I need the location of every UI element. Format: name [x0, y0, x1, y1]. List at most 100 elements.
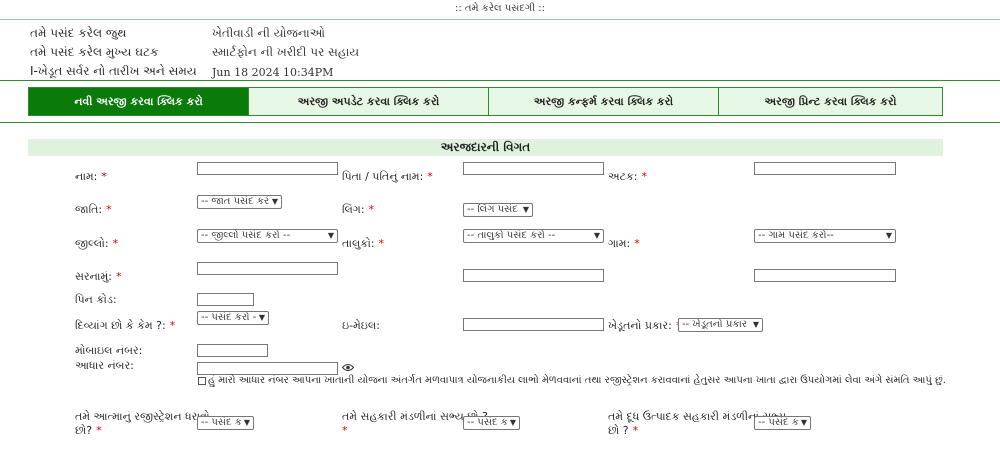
required-mark: *	[641, 170, 647, 183]
mobile-label: મોબાઇલ નંબર:	[75, 344, 143, 357]
required-mark: *	[96, 424, 102, 437]
chevron-down-icon: ▼	[243, 418, 250, 427]
chevron-down-icon: ▼	[522, 205, 529, 214]
father-name-label-text: પિતા / પતિનું નામ:	[342, 170, 424, 183]
required-mark: *	[101, 170, 107, 183]
required-mark: *	[342, 424, 348, 437]
atma-registration-select[interactable]: -- પસંદ ક ▼	[197, 416, 254, 430]
selection-header: :: તમે કરેલ પસંદગી ::	[0, 0, 1000, 22]
aadhar-consent: હું મારો આધાર નંબર આપના ખાતાની યોજના અંત…	[198, 375, 946, 386]
atma-registration-label: તમે આત્માનું રજીસ્ટ્રેશન ધરાવો છો? *	[75, 410, 210, 438]
gender-select[interactable]: -- લિંગ પસંદ ▼	[463, 203, 533, 217]
email-label: ઇ-મેઇલ:	[342, 319, 380, 332]
name-label-text: નામ:	[75, 170, 98, 183]
address-input-line3[interactable]	[754, 269, 896, 282]
tab-print-application[interactable]: અરજી પ્રિન્ટ કરવા ક્લિક કરો	[719, 87, 943, 116]
caste-select-value: -- જાત પસંદ કરં	[201, 196, 270, 207]
required-mark: *	[115, 270, 122, 283]
atma-registration-label-line2-text: છો?	[75, 424, 93, 437]
separator-tabs	[0, 122, 1000, 123]
tab-update-application[interactable]: અરજી અપડેટ કરવા ક્લિક કરો	[249, 87, 489, 116]
taluka-select[interactable]: -- તાલુકો પસંદ કરો -- ▼	[463, 229, 604, 243]
selection-info: તમે પસંદ કરેલ જુથ ખેતીવાડી ની યોજનાઓ તમે…	[30, 26, 590, 83]
eye-icon[interactable]	[341, 362, 355, 375]
tab-confirm-application[interactable]: અરજી કન્ફર્મ કરવા ક્લિક કરો	[489, 87, 719, 116]
tab-new-application[interactable]: નવી અરજી કરવા ક્લિક કરો	[28, 87, 249, 116]
pincode-label: પિન કોડ:	[75, 293, 117, 306]
farmer-type-label: ખેડૂતનો પ્રકાર:*	[608, 319, 681, 333]
info-value-server-time: Jun 18 2024 10:34PM	[212, 66, 334, 79]
gender-label-text: લિંગ:	[342, 203, 365, 216]
district-label: જીલ્લો: *	[75, 237, 118, 251]
caste-select[interactable]: -- જાત પસંદ કરં ▼	[197, 195, 282, 209]
info-value-component: સ્માર્ટફોન ની ખરીદી પર સહાય	[212, 45, 360, 59]
aadhar-consent-text: હું મારો આધાર નંબર આપના ખાતાની યોજના અંત…	[208, 375, 946, 386]
header-rule	[0, 19, 1000, 20]
chevron-down-icon: ▼	[271, 197, 278, 206]
taluka-select-value: -- તાલુકો પસંદ કરો --	[467, 230, 556, 241]
atma-registration-label-line2: છો? *	[75, 424, 210, 438]
surname-label-text: અટક:	[608, 170, 638, 183]
address-input-line1[interactable]	[197, 262, 338, 275]
farmer-type-label-text: ખેડૂતનો પ્રકાર:	[608, 319, 672, 332]
district-select[interactable]: -- જીલ્લો પસંદ કરો -- ▼	[197, 229, 338, 243]
father-name-input[interactable]	[463, 162, 604, 175]
address-label-text: સરનામું:	[75, 270, 112, 283]
atma-registration-select-value: -- પસંદ ક	[201, 417, 242, 428]
pincode-input[interactable]	[197, 293, 254, 306]
farmer-type-select-value: -- ખેડૂતનો પ્રકાર	[682, 319, 748, 330]
district-label-text: જીલ્લો:	[75, 237, 109, 250]
atma-registration-label-line1: તમે આત્માનું રજીસ્ટ્રેશન ધરાવો	[75, 410, 210, 423]
chevron-down-icon: ▼	[258, 313, 265, 322]
taluka-label: તાલુકો: *	[342, 237, 384, 251]
chevron-down-icon: ▼	[885, 231, 892, 240]
info-label-group: તમે પસંદ કરેલ જુથ	[30, 26, 127, 40]
required-mark: *	[634, 237, 640, 250]
gender-select-value: -- લિંગ પસંદ	[467, 204, 518, 215]
name-label: નામ: *	[75, 170, 107, 184]
chevron-down-icon: ▼	[752, 320, 759, 329]
surname-input[interactable]	[754, 162, 896, 175]
disabled-select[interactable]: -- પસંદ કરો - ▼	[197, 311, 269, 325]
caste-label: જાતિ: *	[75, 203, 112, 217]
caste-label-text: જાતિ:	[75, 203, 103, 216]
chevron-down-icon: ▼	[327, 231, 334, 240]
info-label-component: તમે પસંદ કરેલ મુખ્ય ઘટક	[30, 45, 159, 59]
eye-icon-svg	[341, 364, 355, 371]
separator-top	[0, 80, 1000, 81]
name-input[interactable]	[197, 162, 338, 175]
cooperative-member-select[interactable]: -- પસંદ ક ▼	[463, 416, 520, 430]
district-select-value: -- જીલ્લો પસંદ કરો --	[201, 230, 291, 241]
required-mark: *	[106, 203, 112, 216]
disabled-label: દિવ્યાંગ છો કે કેમ ?: *	[75, 319, 175, 333]
father-name-label: પિતા / પતિનું નામ: *	[342, 170, 433, 184]
email-input[interactable]	[463, 318, 604, 331]
chevron-down-icon: ▼	[800, 418, 807, 427]
village-label: ગામ: *	[608, 237, 640, 251]
aadhar-consent-checkbox[interactable]	[198, 376, 206, 385]
selection-header-title: :: તમે કરેલ પસંદગી ::	[454, 3, 545, 14]
chevron-down-icon: ▼	[509, 418, 516, 427]
chevron-down-icon: ▼	[593, 231, 600, 240]
aadhar-input[interactable]	[197, 362, 338, 375]
surname-label: અટક: *	[608, 170, 647, 184]
taluka-label-text: તાલુકો:	[342, 237, 375, 250]
village-select[interactable]: -- ગામ પસંદ કરો-- ▼	[754, 229, 896, 243]
info-value-group: ખેતીવાડી ની યોજનાઓ	[212, 26, 326, 40]
required-mark: *	[368, 203, 375, 216]
required-mark: *	[632, 424, 639, 437]
village-select-value: -- ગામ પસંદ કરો--	[758, 230, 834, 241]
address-input-line2[interactable]	[463, 269, 604, 282]
aadhar-label: આધાર નંબર:	[75, 359, 134, 372]
disabled-select-value: -- પસંદ કરો -	[201, 312, 257, 323]
farmer-type-select[interactable]: -- ખેડૂતનો પ્રકાર ▼	[678, 318, 763, 332]
village-label-text: ગામ:	[608, 237, 631, 250]
dairy-cooperative-select[interactable]: -- પસંદ ક ▼	[754, 416, 811, 430]
required-mark: *	[169, 319, 176, 332]
action-tabs: નવી અરજી કરવા ક્લિક કરો અરજી અપડેટ કરવા …	[28, 87, 943, 116]
mobile-input[interactable]	[197, 344, 268, 357]
dairy-cooperative-select-value: -- પસંદ ક	[758, 417, 799, 428]
section-title: અરજદારની વિગત	[28, 139, 943, 156]
required-mark: *	[378, 237, 385, 250]
info-row-component: તમે પસંદ કરેલ મુખ્ય ઘટક સ્માર્ટફોન ની ખર…	[30, 45, 590, 64]
